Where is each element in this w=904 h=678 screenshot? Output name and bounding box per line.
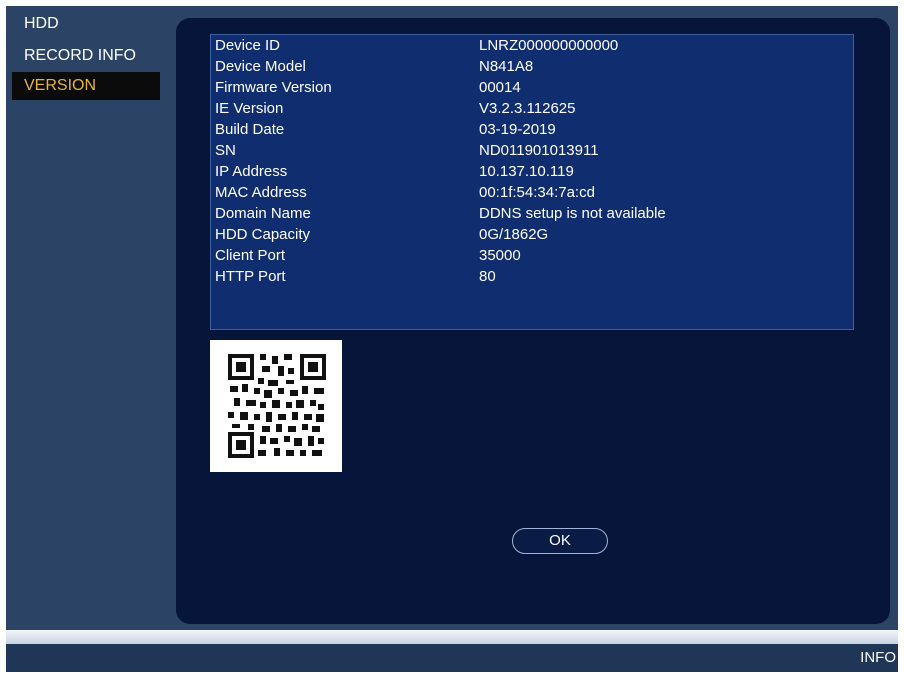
info-row-device-model: Device Model N841A8 [211,56,853,77]
info-value: 00014 [479,79,521,96]
bottom-status-bar: INFO [6,644,898,672]
info-row-hdd-capacity: HDD Capacity 0G/1862G [211,224,853,245]
ok-button[interactable]: OK [512,528,608,554]
bottom-separator [6,630,898,644]
info-label: HTTP Port [215,268,286,285]
sidebar-item-hdd[interactable]: HDD [12,10,160,38]
info-value: LNRZ000000000000 [479,37,619,54]
sidebar-item-record-info[interactable]: RECORD INFO [12,42,160,70]
version-panel: Device ID LNRZ000000000000 Device Model … [176,18,890,624]
info-row-sn: SN ND011901013911 [211,140,853,161]
device-info-screen: HDD RECORD INFO VERSION Device ID LNRZ00… [6,6,898,672]
info-value: 10.137.10.119 [479,163,574,180]
info-value: 03-19-2019 [479,121,556,138]
info-row-mac-address: MAC Address 00:1f:54:34:7a:cd [211,182,853,203]
info-row-ip-address: IP Address 10.137.10.119 [211,161,853,182]
info-label: Domain Name [215,205,311,222]
qr-code-icon [228,354,326,458]
info-value: ND011901013911 [479,142,599,159]
info-label: Build Date [215,121,285,138]
info-value: V3.2.3.112625 [479,100,576,117]
info-row-domain-name: Domain Name DDNS setup is not available [211,203,853,224]
info-label: HDD Capacity [215,226,311,243]
info-row-build-date: Build Date 03-19-2019 [211,119,853,140]
info-value: 0G/1862G [479,226,549,243]
info-label: Device ID [215,37,281,54]
info-label: IP Address [215,163,288,180]
info-label: Device Model [215,58,306,75]
info-label: SN [215,142,236,159]
info-label: Firmware Version [215,79,332,96]
info-row-ie-version: IE Version V3.2.3.112625 [211,98,853,119]
info-label: IE Version [215,100,284,117]
sidebar-item-version[interactable]: VERSION [12,72,160,100]
info-row-device-id: Device ID LNRZ000000000000 [211,35,853,56]
info-value: 80 [479,268,496,285]
sidebar-menu: HDD RECORD INFO VERSION [6,6,166,626]
info-value: 00:1f:54:34:7a:cd [479,184,595,201]
info-row-client-port: Client Port 35000 [211,245,853,266]
info-label: Client Port [215,247,286,264]
info-value: DDNS setup is not available [479,205,666,222]
bottom-info-label: INFO [860,649,896,666]
info-label: MAC Address [215,184,307,201]
version-info-box: Device ID LNRZ000000000000 Device Model … [210,34,854,330]
info-row-firmware-version: Firmware Version 00014 [211,77,853,98]
info-value: N841A8 [479,58,534,75]
qr-code [210,340,342,472]
info-row-http-port: HTTP Port 80 [211,266,853,287]
info-value: 35000 [479,247,521,264]
